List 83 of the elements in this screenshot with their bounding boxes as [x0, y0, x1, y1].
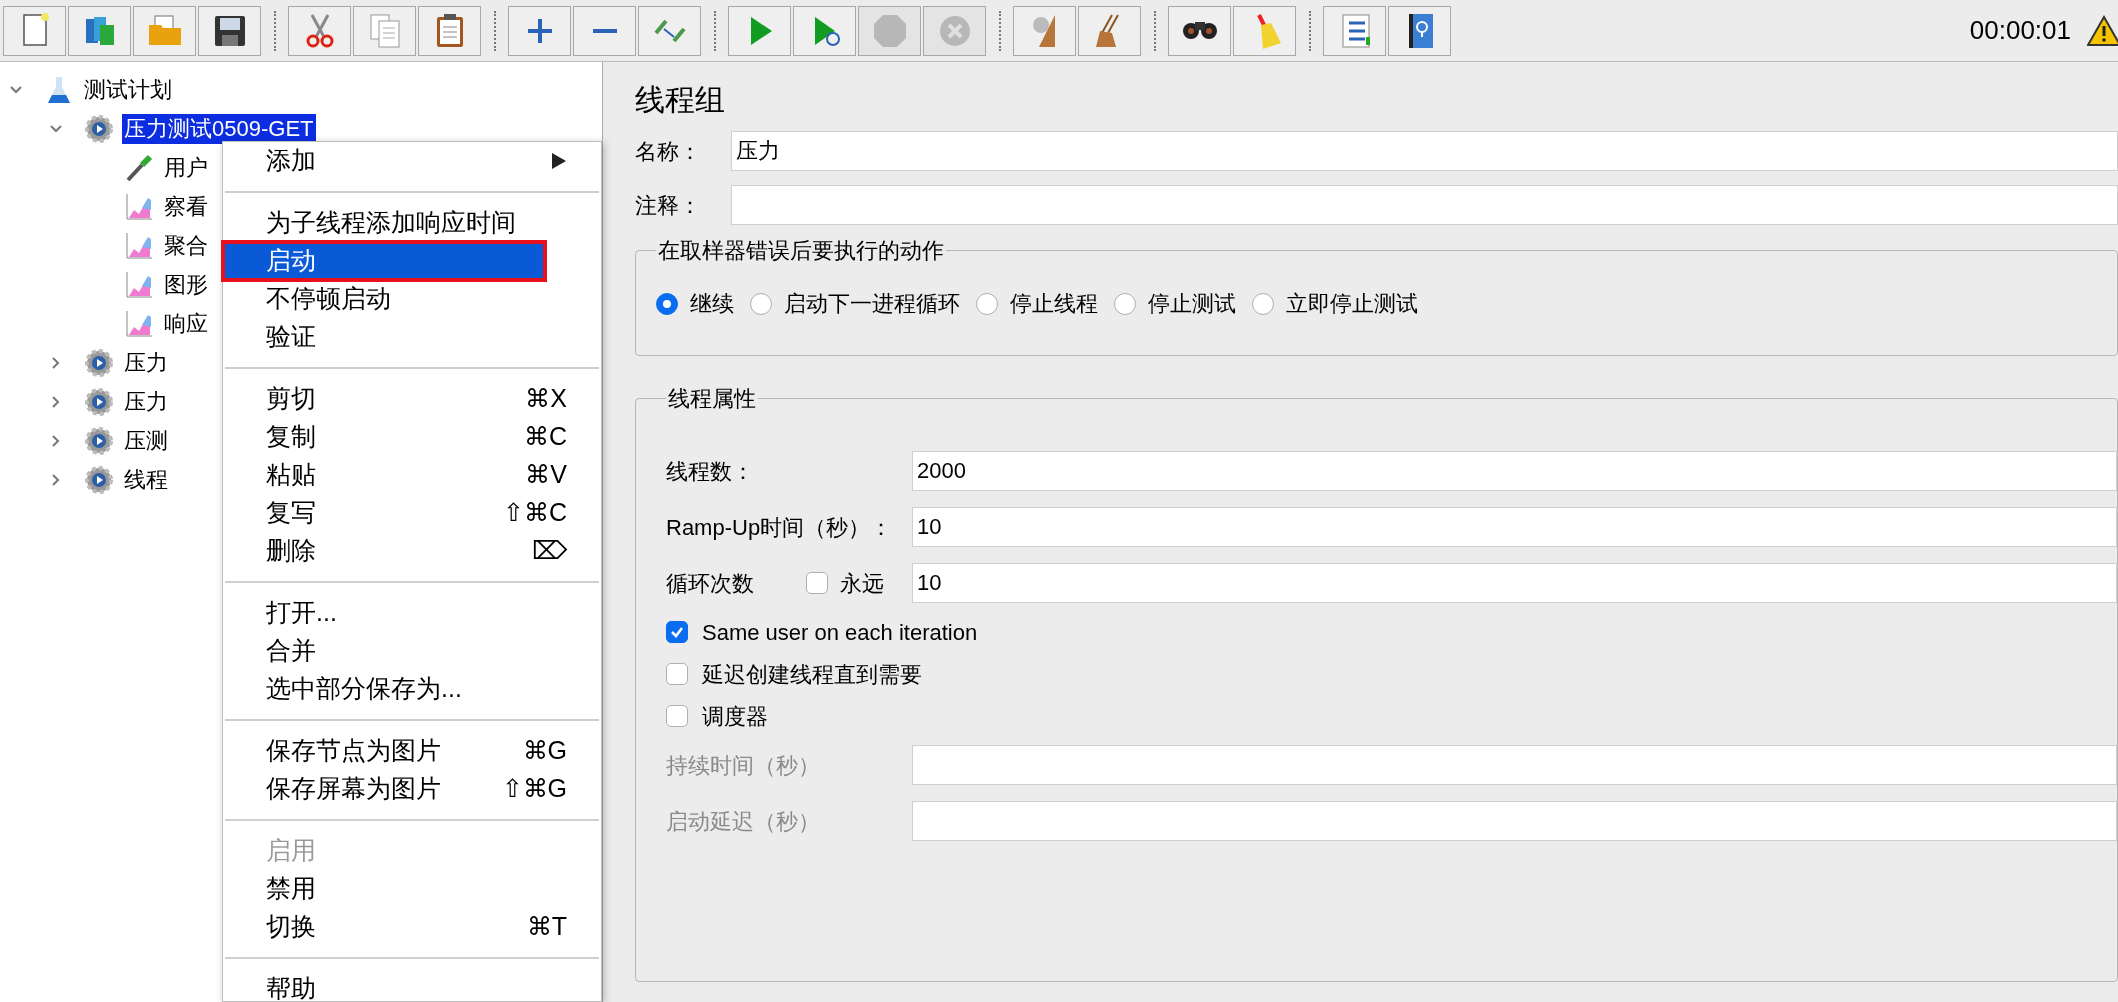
menu-item[interactable]: 启动	[223, 242, 545, 280]
checkbox-label: 延迟创建线程直到需要	[702, 660, 922, 689]
binoculars-icon	[1181, 20, 1218, 41]
graph-icon	[124, 308, 154, 339]
group-title: 线程属性	[667, 385, 757, 413]
text-field[interactable]: 压力	[731, 131, 2118, 171]
menu-item[interactable]: 剪切 ⌘X	[223, 380, 601, 418]
text-field[interactable]: 2000	[912, 451, 2117, 491]
field-label: 注释：	[635, 191, 702, 220]
group-title: 在取样器错误后要执行的动作	[657, 237, 945, 265]
menu-item[interactable]: 验证	[223, 318, 601, 356]
graph-icon	[124, 269, 154, 300]
field-label: 启动延迟（秒）	[666, 807, 821, 836]
menu-item[interactable]: 禁用	[223, 870, 601, 908]
menu-item[interactable]: 选中部分保存为...	[223, 670, 601, 708]
menu-item[interactable]: 添加	[223, 142, 601, 180]
toolbar-button[interactable]	[1388, 5, 1451, 56]
checkbox[interactable]	[666, 663, 688, 685]
checkbox[interactable]	[666, 621, 688, 643]
radio-button[interactable]	[750, 292, 772, 315]
radio-label: 启动下一进程循环	[784, 290, 960, 318]
submenu-arrow-icon	[551, 152, 567, 170]
tree-item[interactable]: 线程	[122, 464, 170, 495]
menu-item[interactable]: 打开...	[223, 594, 601, 632]
tree-item[interactable]: 压力测试0509-GET	[122, 113, 316, 144]
menu-item[interactable]: 保存屏幕为图片 ⇧⌘G	[223, 770, 601, 808]
menu-item[interactable]: 粘贴 ⌘V	[223, 456, 601, 494]
radio-label: 立即停止测试	[1286, 290, 1418, 318]
gear-icon	[84, 386, 114, 417]
tree-item[interactable]: 图形	[162, 269, 210, 300]
checkbox[interactable]	[806, 572, 828, 594]
toolbar-button[interactable]	[418, 5, 481, 56]
toolbar-button[interactable]	[1168, 5, 1231, 56]
menu-item[interactable]: 不停顿启动	[223, 280, 601, 318]
radio-button[interactable]	[656, 292, 678, 315]
menu-item[interactable]: 切换 ⌘T	[223, 908, 601, 946]
menu-item[interactable]: 帮助	[223, 970, 601, 1002]
gear-icon	[84, 425, 114, 456]
field-label: 线程数：	[666, 457, 755, 486]
menu-item[interactable]: 为子线程添加响应时间	[223, 204, 601, 242]
flask-icon	[46, 74, 72, 105]
checkbox-label: 调度器	[702, 702, 768, 731]
tree-item[interactable]: 压测	[122, 425, 170, 456]
text-field[interactable]: 10	[912, 507, 2117, 547]
menu-item[interactable]: 复制 ⌘C	[223, 418, 601, 456]
tree-item[interactable]: 察看	[162, 191, 210, 222]
minus-icon	[591, 27, 618, 34]
radio-label: 继续	[690, 290, 734, 318]
radio-label: 停止线程	[1010, 290, 1098, 318]
toolbar-button[interactable]	[198, 5, 261, 56]
warning-icon	[2087, 13, 2118, 48]
gear-icon	[84, 347, 114, 378]
panel-title: 线程组	[635, 82, 726, 118]
radio-button[interactable]	[1114, 292, 1136, 315]
field-label: Ramp-Up时间（秒）：	[666, 513, 894, 542]
menu-item[interactable]: 删除 ⌦	[223, 532, 601, 570]
radio-button[interactable]	[1252, 292, 1274, 315]
tree-item[interactable]: 测试计划	[82, 74, 174, 105]
field-label: 循环次数	[666, 569, 755, 598]
tree-item[interactable]: 压力	[122, 347, 170, 378]
text-field[interactable]	[731, 185, 2118, 225]
graph-icon	[124, 191, 154, 222]
tree-item[interactable]: 聚合	[162, 230, 210, 261]
checkbox[interactable]	[666, 705, 688, 727]
menu-item[interactable]: 合并	[223, 632, 601, 670]
dropper-icon	[124, 152, 154, 183]
elapsed-time: 00:00:01	[1969, 14, 2071, 47]
menu-item[interactable]: 复写 ⇧⌘C	[223, 494, 601, 532]
field-label: 持续时间（秒）	[666, 751, 821, 780]
tree-item[interactable]: 压力	[122, 386, 170, 417]
gear-icon	[84, 464, 114, 495]
radio-button[interactable]	[976, 292, 998, 315]
gear-icon	[84, 113, 114, 144]
menu-item[interactable]: 保存节点为图片 ⌘G	[223, 732, 601, 770]
field-label: 名称：	[635, 137, 702, 166]
checkbox-label: Same user on each iteration	[702, 618, 978, 647]
text-field[interactable]: 10	[912, 563, 2117, 603]
graph-icon	[124, 230, 154, 261]
check-icon	[670, 625, 684, 639]
checkbox-label: 永远	[840, 569, 884, 598]
tree-item[interactable]: 用户	[162, 152, 210, 183]
tree-item[interactable]: 响应	[162, 308, 210, 339]
radio-label: 停止测试	[1148, 290, 1236, 318]
